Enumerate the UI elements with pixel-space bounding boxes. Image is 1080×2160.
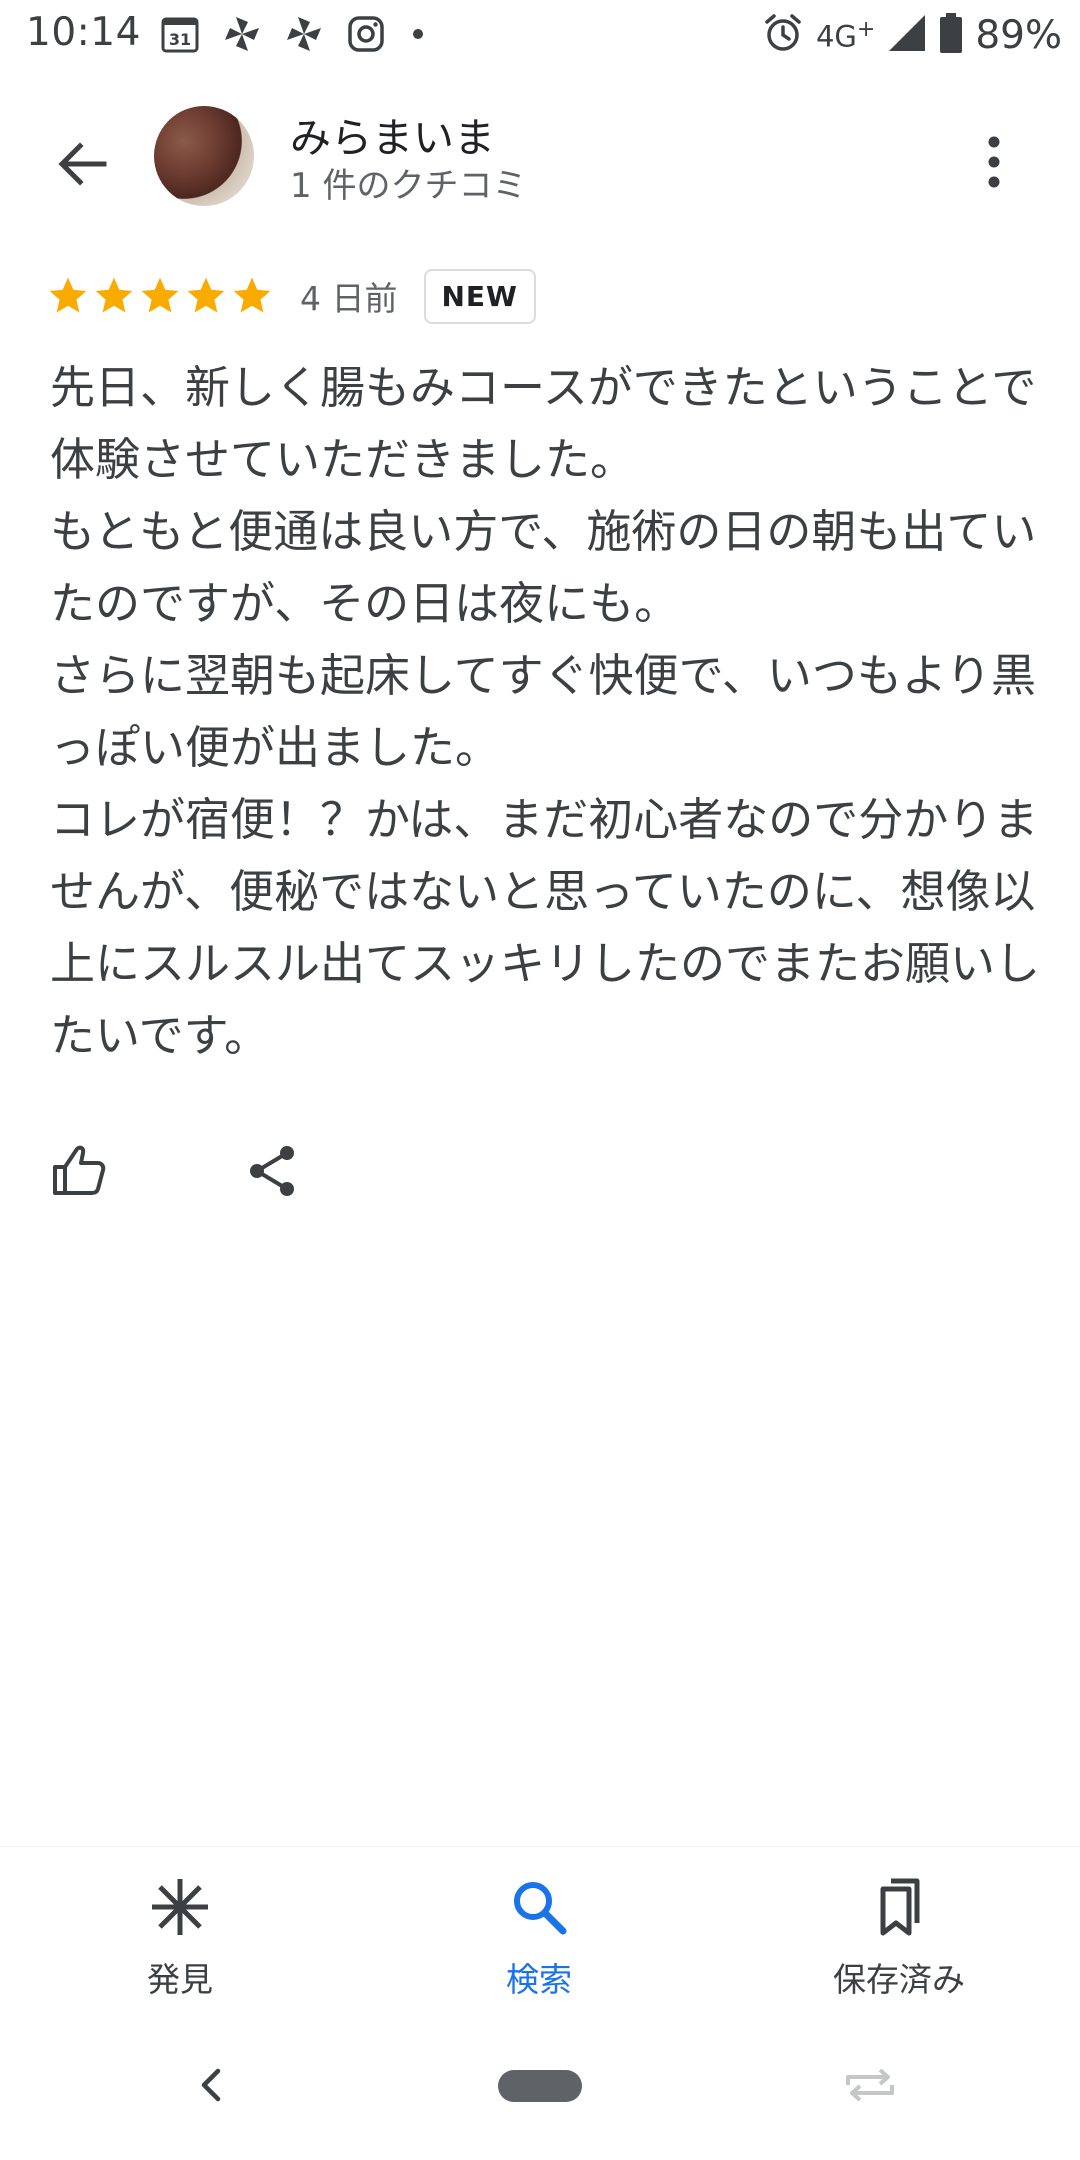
review-text: 先日、新しく腸もみコースができたということで体験させていただきました。 もともと… [50, 352, 1050, 1072]
nav-label: 保存済み [833, 1960, 965, 1999]
thumb-up-icon [53, 1145, 106, 1195]
rating-row: 4 日前 NEW [46, 264, 536, 328]
system-navigation [0, 2040, 1080, 2140]
review-paragraph: もともと便通は良い方で、施術の日の朝も出ていたのですが、その日は夜にも。 [50, 505, 1037, 630]
signal-icon [887, 13, 927, 57]
review-paragraph: コレが宿便！？かは、まだ初心者なので分かりませんが、便秘ではないと思っていたのに… [50, 793, 1041, 1062]
like-button[interactable] [44, 1136, 114, 1206]
search-icon [509, 1877, 569, 1937]
bookmarks-icon [869, 1877, 929, 1937]
asterisk-icon [150, 1877, 210, 1937]
share-icon [250, 1146, 294, 1196]
review-paragraph: さらに翌朝も起床してすぐ快便で、いつもより黒っぽい便が出ました。 [50, 649, 1036, 774]
star-rating [46, 274, 274, 318]
arrow-back-icon [58, 142, 107, 186]
system-back-button[interactable] [186, 2060, 236, 2110]
profile-header: みらまいま 1 件のクチコミ [0, 92, 1080, 224]
nav-label: 検索 [506, 1960, 572, 1999]
chevron-left-icon [201, 2068, 221, 2102]
review-count: 1 件のクチコミ [290, 166, 527, 206]
star-icon [95, 277, 133, 313]
instagram-icon [346, 14, 386, 58]
status-bar: 10:14 31 4G+ 89% [0, 0, 1080, 72]
dot-icon [408, 14, 428, 58]
home-pill[interactable] [498, 2070, 582, 2102]
avatar[interactable] [154, 106, 254, 206]
nav-label: 発見 [147, 1960, 213, 1999]
share-button[interactable] [238, 1136, 308, 1206]
rotate-button[interactable] [842, 2060, 898, 2110]
bottom-navigation: 発見 検索 保存済み [0, 1846, 1080, 2027]
nav-search[interactable]: 検索 [419, 1877, 659, 2017]
new-badge: NEW [423, 268, 536, 324]
more-vert-icon [988, 136, 1000, 188]
review-paragraph: 先日、新しく腸もみコースができたということで体験させていただきました。 [50, 361, 1037, 486]
review-date: 4 日前 [300, 279, 398, 318]
nav-explore[interactable]: 発見 [60, 1877, 300, 2017]
battery-percent: 89% [975, 12, 1062, 58]
network-type: 4G+ [815, 16, 876, 54]
status-time: 10:14 [26, 10, 141, 55]
star-icon [233, 277, 271, 313]
star-icon [49, 277, 87, 313]
alarm-icon [762, 12, 804, 58]
user-name[interactable]: みらまいま [290, 104, 495, 164]
back-button[interactable] [44, 126, 120, 202]
rotate-icon [846, 2068, 894, 2102]
calendar-icon: 31 [160, 14, 200, 58]
system-status-icons: 4G+ 89% [762, 10, 1062, 60]
nav-saved[interactable]: 保存済み [779, 1877, 1019, 2017]
notification-icons: 31 [160, 12, 428, 60]
battery-icon [939, 12, 963, 58]
star-icon [187, 277, 225, 313]
calendar-day: 31 [169, 30, 191, 49]
more-options-button[interactable] [962, 122, 1026, 202]
pinwheel-icon [284, 14, 324, 58]
pinwheel-icon [222, 14, 262, 58]
star-icon [141, 277, 179, 313]
